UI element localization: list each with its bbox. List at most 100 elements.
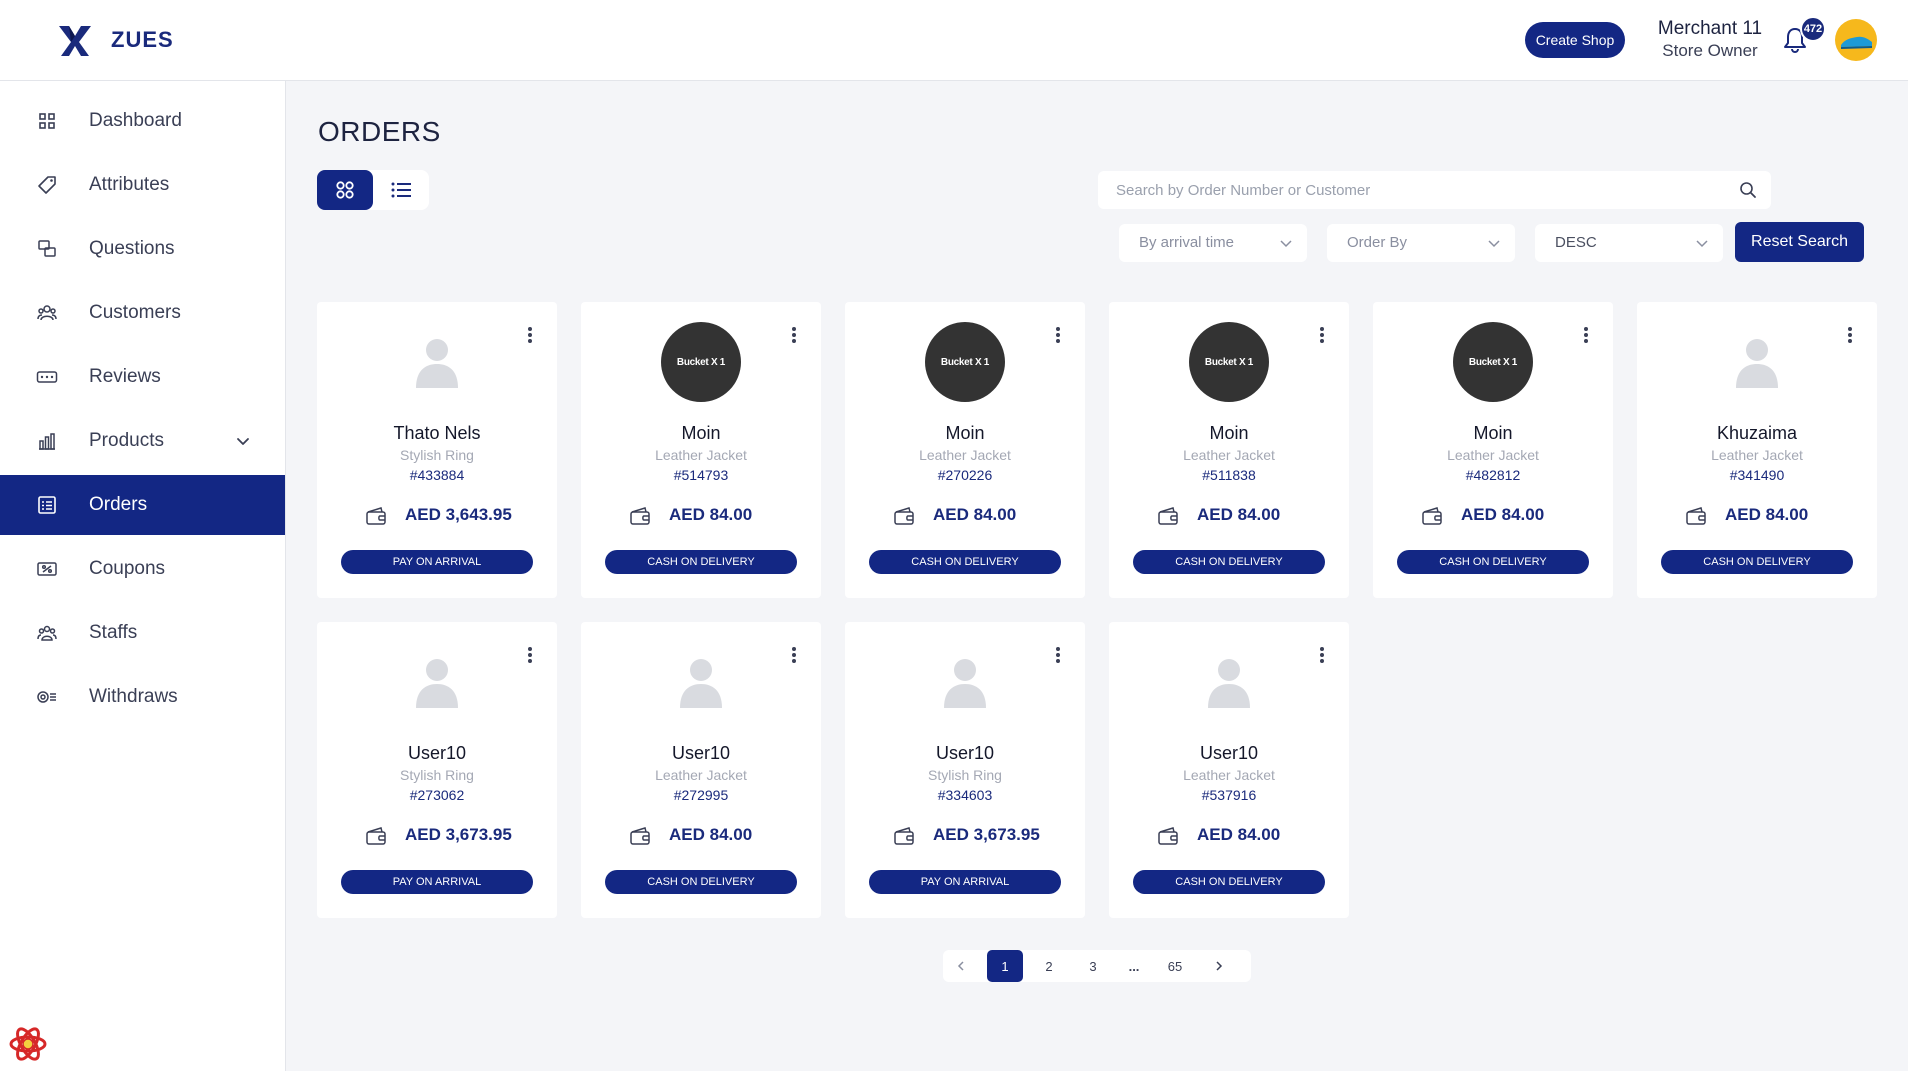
order-card[interactable]: Bucket X 1 Moin Leather Jacket #270226 AED 8… [845, 302, 1085, 598]
customer-placeholder [397, 322, 477, 402]
sidebar-item-staffs[interactable]: Staffs [0, 603, 285, 663]
order-amount: AED 84.00 [1725, 505, 1809, 524]
order-card[interactable]: Khuzaima Leather Jacket #341490 AED 84.00 CA… [1637, 302, 1877, 598]
chevron-down-icon[interactable] [234, 432, 252, 450]
list-view-button[interactable] [373, 170, 429, 210]
product-image: Bucket X 1 [661, 322, 741, 402]
payment-method-button[interactable]: PAY ON ARRIVAL [341, 550, 533, 574]
payment-method-button[interactable]: PAY ON ARRIVAL [869, 870, 1061, 894]
brand-logo[interactable]: ZUES [55, 20, 174, 60]
sidebar-item-label: Coupons [89, 558, 166, 579]
page-title: ORDERS [318, 116, 441, 147]
product-name: Stylish Ring [928, 767, 1002, 783]
wallet-icon [629, 826, 651, 846]
sidebar-item-orders[interactable]: Orders [0, 475, 285, 535]
payment-method-button[interactable]: CASH ON DELIVERY [1133, 870, 1325, 894]
page-button-65[interactable]: 65 [1157, 950, 1193, 982]
search-input[interactable] [1116, 171, 1716, 209]
order-amount: AED 84.00 [669, 505, 753, 524]
payment-method-button[interactable]: CASH ON DELIVERY [1133, 550, 1325, 574]
customer-placeholder [397, 642, 477, 722]
sort-by-select[interactable]: By arrival time [1119, 224, 1307, 262]
next-page-button[interactable] [1201, 950, 1237, 982]
sidebar-item-label: Dashboard [89, 110, 182, 131]
product-name: Leather Jacket [1447, 447, 1539, 463]
products-icon [36, 430, 58, 452]
more-options-icon[interactable] [791, 326, 797, 344]
react-logo-icon [9, 1027, 47, 1061]
payment-method-button[interactable]: PAY ON ARRIVAL [341, 870, 533, 894]
brand-name: ZUES [111, 27, 174, 52]
sidebar-item-label: Products [89, 430, 164, 451]
page-button-1[interactable]: 1 [987, 950, 1023, 982]
order-by-select[interactable]: Order By [1327, 224, 1515, 262]
direction-select[interactable]: DESC [1535, 224, 1723, 262]
page-button-3[interactable]: 3 [1075, 950, 1111, 982]
more-options-icon[interactable] [1319, 646, 1325, 664]
sidebar-item-label: Reviews [89, 366, 161, 387]
order-amount: AED 84.00 [933, 505, 1017, 524]
order-card[interactable]: Bucket X 1 Moin Leather Jacket #482812 AED 8… [1373, 302, 1613, 598]
withdraws-icon [36, 686, 58, 708]
sidebar-item-label: Attributes [89, 174, 170, 195]
chevron-down-icon [1280, 240, 1292, 248]
pagination: 1 2 3 ... 65 [943, 950, 1251, 982]
customer-placeholder [1189, 642, 1269, 722]
grid-view-button[interactable] [317, 170, 373, 210]
sidebar-item-customers[interactable]: Customers [0, 283, 285, 343]
dashboard-icon [36, 110, 58, 132]
user-info[interactable]: Merchant 11 Store Owner [1655, 18, 1765, 61]
page-button-2[interactable]: 2 [1031, 950, 1067, 982]
zues-logo-icon [59, 26, 91, 56]
payment-method-button[interactable]: CASH ON DELIVERY [869, 550, 1061, 574]
more-options-icon[interactable] [1055, 646, 1061, 664]
sidebar-item-coupons[interactable]: Coupons [0, 539, 285, 599]
sidebar-item-attributes[interactable]: Attributes [0, 155, 285, 215]
order-card[interactable]: User10 Leather Jacket #537916 AED 84.00 CASH… [1109, 622, 1349, 918]
sidebar-item-withdraws[interactable]: Withdraws [0, 667, 285, 727]
sidebar-item-dashboard[interactable]: Dashboard [0, 91, 285, 151]
order-card[interactable]: Bucket X 1 Moin Leather Jacket #514793 AED 8… [581, 302, 821, 598]
order-card[interactable]: User10 Stylish Ring #334603 AED 3,673.95 PAY… [845, 622, 1085, 918]
sidebar-item-reviews[interactable]: Reviews [0, 347, 285, 407]
order-card[interactable]: Thato Nels Stylish Ring #433884 AED 3,643.9… [317, 302, 557, 598]
sidebar: Dashboard Attributes Questions Customers… [0, 81, 286, 1071]
chevron-down-icon [1696, 240, 1708, 248]
sidebar-item-label: Staffs [89, 622, 138, 643]
customer-name: Khuzaima [1716, 423, 1798, 443]
sidebar-item-label: Orders [89, 494, 148, 515]
payment-method-button[interactable]: CASH ON DELIVERY [605, 550, 797, 574]
more-options-icon[interactable] [1847, 326, 1853, 344]
payment-method-button[interactable]: CASH ON DELIVERY [1397, 550, 1589, 574]
sidebar-item-products[interactable]: Products [0, 411, 285, 471]
order-card[interactable]: User10 Leather Jacket #272995 AED 84.00 CASH… [581, 622, 821, 918]
reset-search-button[interactable]: Reset Search [1735, 222, 1864, 262]
create-shop-button[interactable]: Create Shop [1525, 22, 1625, 58]
customer-name: User10 [935, 743, 995, 763]
more-options-icon[interactable] [527, 646, 533, 664]
customer-name: Moin [1209, 423, 1249, 443]
order-amount: AED 3,643.95 [405, 505, 512, 524]
order-card[interactable]: Bucket X 1 Moin Leather Jacket #511838 AED 8… [1109, 302, 1349, 598]
list-icon [391, 182, 411, 198]
payment-method-button[interactable]: CASH ON DELIVERY [605, 870, 797, 894]
payment-method-button[interactable]: CASH ON DELIVERY [1661, 550, 1853, 574]
more-options-icon[interactable] [527, 326, 533, 344]
chevron-left-icon [957, 961, 964, 971]
prev-page-button[interactable] [943, 950, 979, 982]
order-amount: AED 3,673.95 [405, 825, 512, 844]
more-options-icon[interactable] [1583, 326, 1589, 344]
user-placeholder-icon [680, 659, 722, 708]
order-number: #537916 [1201, 787, 1257, 803]
direction-value: DESC [1555, 234, 1597, 251]
more-options-icon[interactable] [1055, 326, 1061, 344]
user-avatar[interactable] [1835, 19, 1877, 61]
more-options-icon[interactable] [1319, 326, 1325, 344]
sidebar-item-questions[interactable]: Questions [0, 219, 285, 279]
search-icon[interactable] [1739, 181, 1757, 199]
user-placeholder-icon [1736, 339, 1778, 388]
wallet-icon [1421, 506, 1443, 526]
order-card[interactable]: User10 Stylish Ring #273062 AED 3,673.95 PAY… [317, 622, 557, 918]
more-options-icon[interactable] [791, 646, 797, 664]
product-image: Bucket X 1 [1189, 322, 1269, 402]
